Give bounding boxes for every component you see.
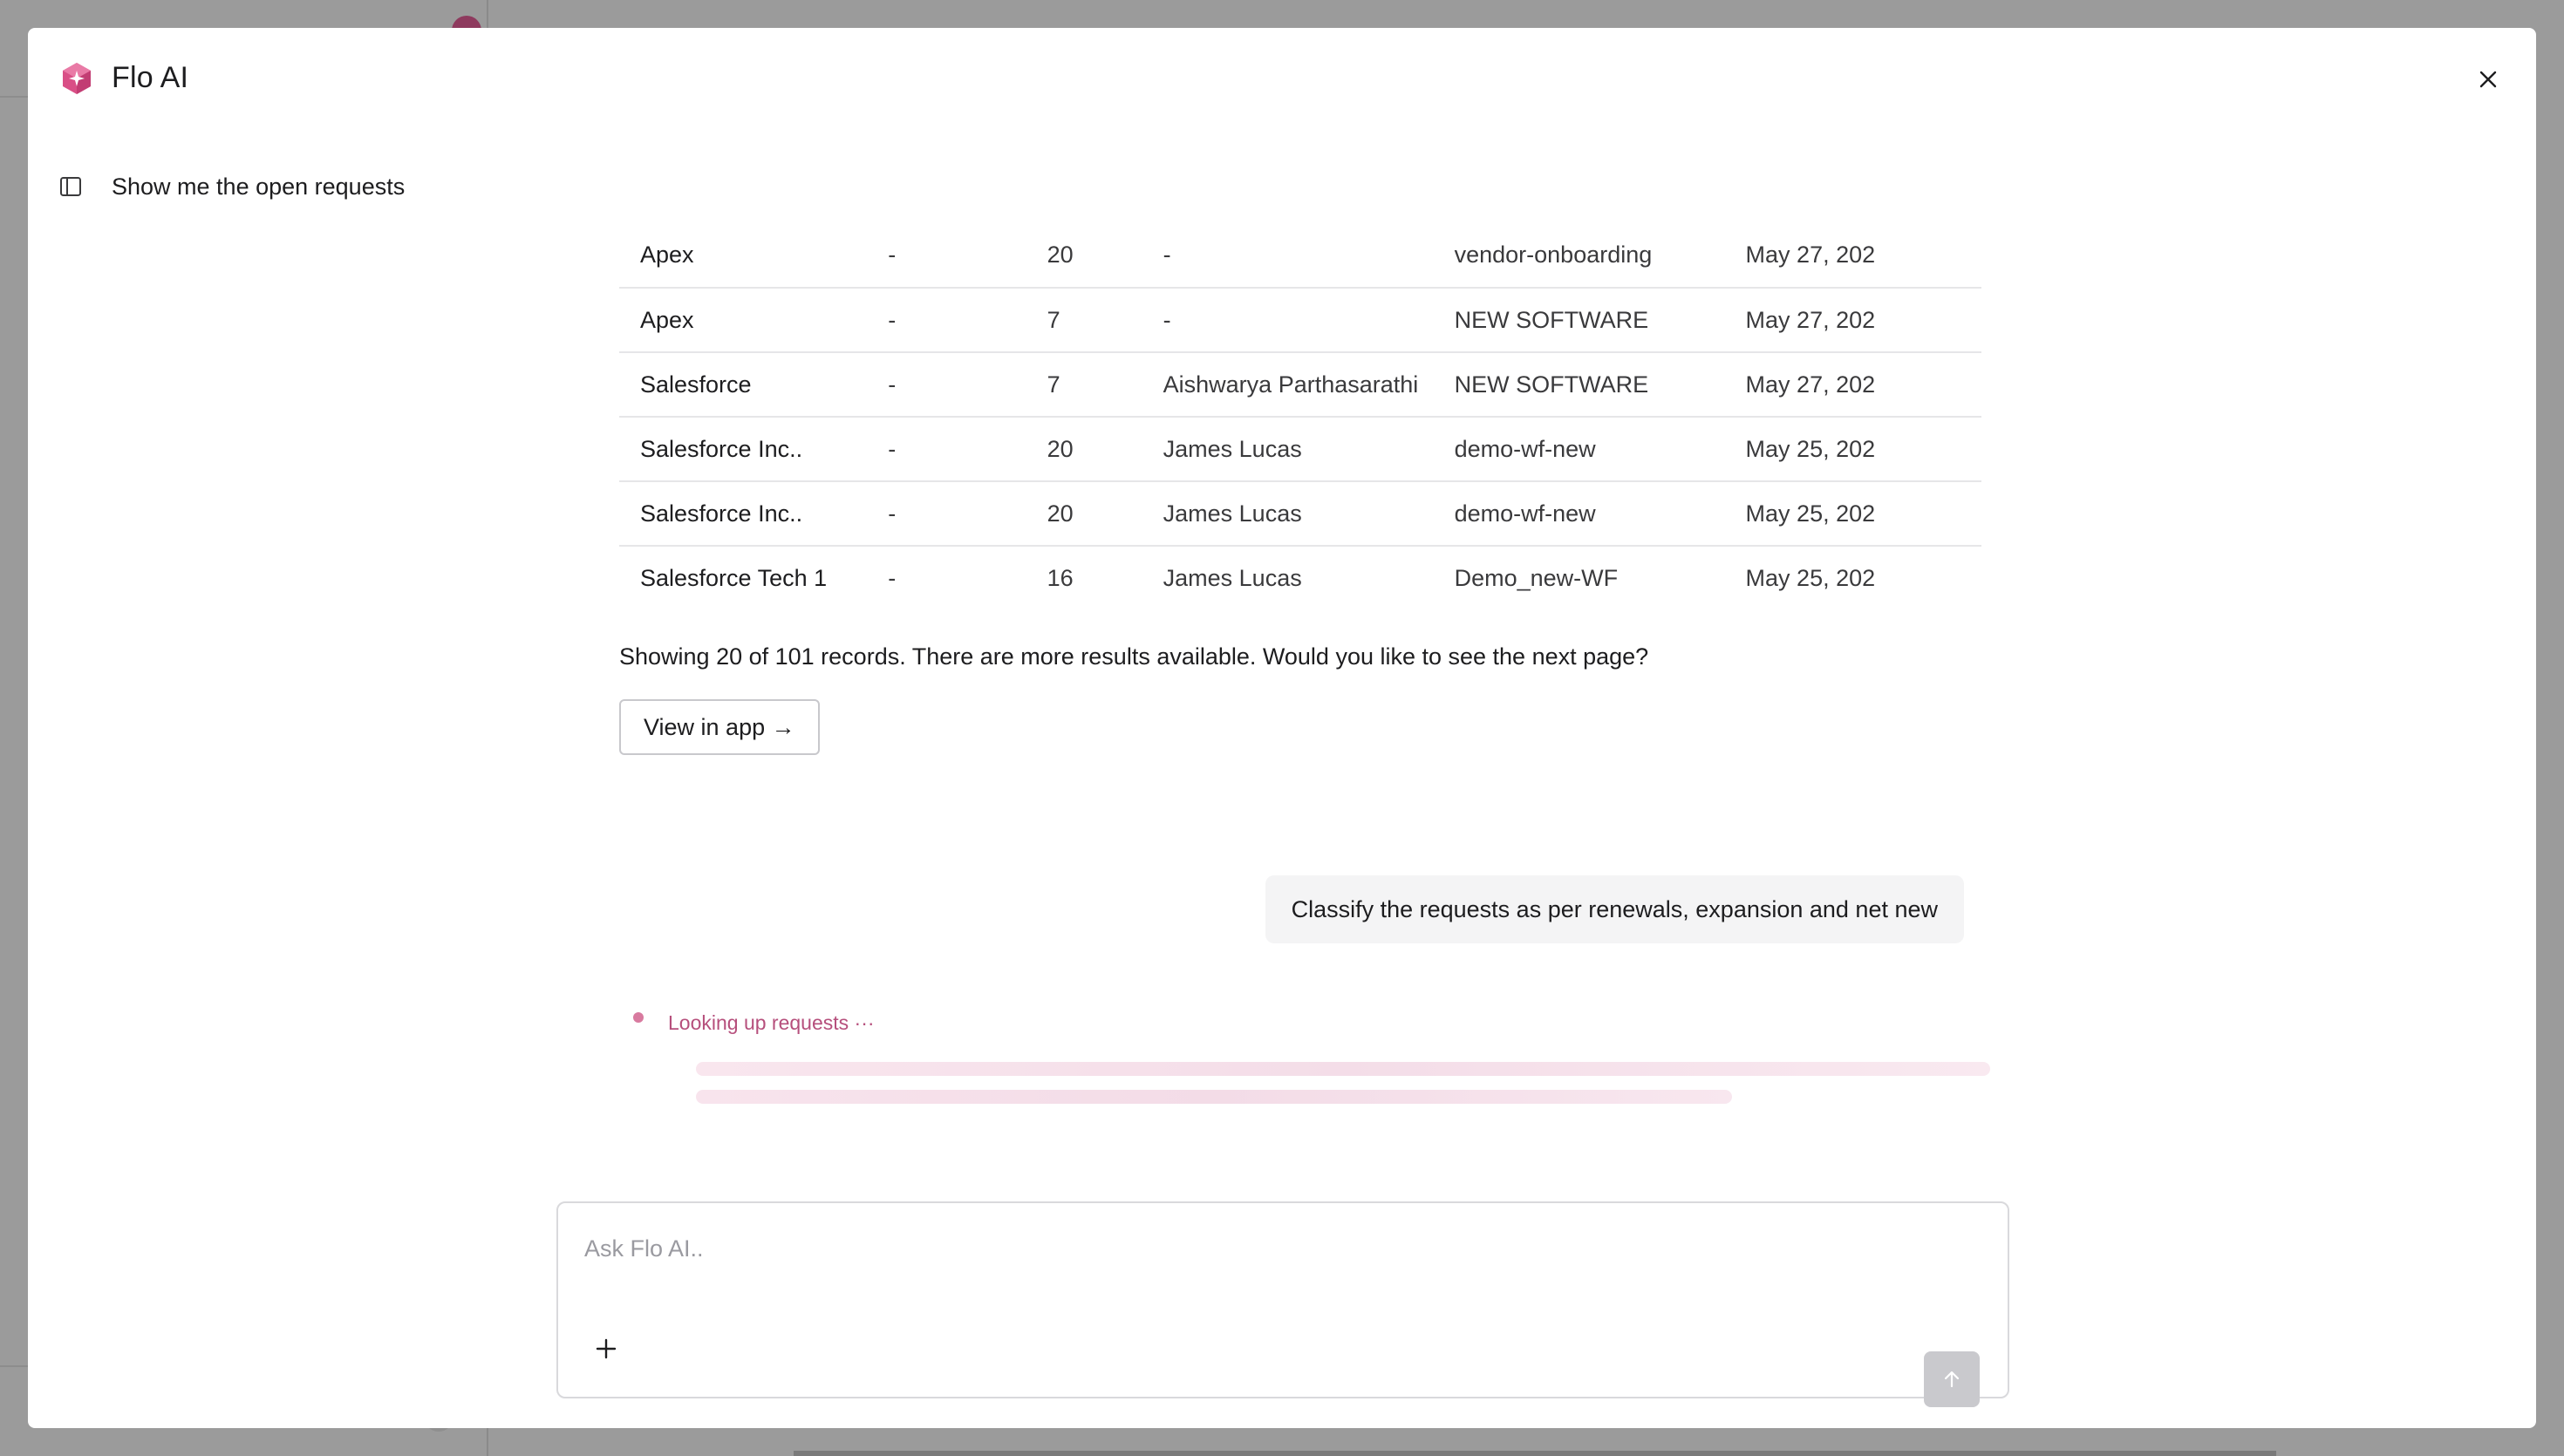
table-cell: James Lucas bbox=[1163, 500, 1302, 527]
table-cell: NEW SOFTWARE bbox=[1454, 306, 1649, 333]
table-cell: Demo_new-WF bbox=[1454, 565, 1619, 591]
table-cell: Apex bbox=[640, 306, 694, 333]
table-cell: May 27, 202 bbox=[1745, 306, 1876, 333]
modal-header: Flo AI bbox=[28, 28, 2536, 133]
table-cell: Aishwarya Parthasarathi bbox=[1163, 371, 1419, 398]
table-cell: - bbox=[888, 306, 897, 333]
flo-ai-logo-icon bbox=[63, 63, 91, 94]
table-row[interactable]: Salesforce Tech 1 - 16 James Lucas Demo_new-… bbox=[619, 546, 1981, 610]
table-row[interactable]: Salesforce - 7 Aishwarya Parthasarathi NEW S… bbox=[619, 352, 1981, 417]
table-cell: Salesforce Inc.. bbox=[640, 500, 803, 527]
loading-skeleton bbox=[696, 1062, 1990, 1076]
table-cell: May 25, 202 bbox=[1745, 565, 1876, 591]
plus-icon[interactable] bbox=[593, 1336, 619, 1362]
ask-input[interactable] bbox=[584, 1229, 1962, 1268]
table-cell: May 27, 202 bbox=[1745, 371, 1876, 398]
sidebar-toggle-icon[interactable] bbox=[59, 175, 82, 198]
table-cell: demo-wf-new bbox=[1454, 500, 1596, 527]
table-cell: 7 bbox=[1047, 371, 1060, 398]
table-cell: May 27, 202 bbox=[1745, 242, 1876, 268]
table-cell: 7 bbox=[1047, 306, 1060, 333]
table-cell: - bbox=[888, 565, 897, 591]
close-button[interactable] bbox=[2472, 63, 2505, 96]
modal-title: Flo AI bbox=[112, 61, 189, 94]
table-cell: May 25, 202 bbox=[1745, 435, 1876, 462]
table-cell: James Lucas bbox=[1163, 435, 1302, 462]
send-button[interactable] bbox=[1924, 1351, 1980, 1407]
status-row: Looking up requests ··· bbox=[633, 1011, 875, 1035]
table-cell: demo-wf-new bbox=[1454, 435, 1596, 462]
status-text: Looking up requests ··· bbox=[668, 1011, 875, 1034]
view-in-app-button[interactable]: View in app → bbox=[619, 699, 820, 755]
table-cell: James Lucas bbox=[1163, 565, 1302, 591]
table-cell: 20 bbox=[1047, 242, 1074, 268]
close-icon bbox=[2479, 71, 2497, 88]
user-message: Classify the requests as per renewals, e… bbox=[1265, 875, 1964, 943]
composer bbox=[556, 1201, 2009, 1407]
results-summary: Showing 20 of 101 records. There are mor… bbox=[619, 643, 1649, 670]
results-table: Apex -20- vendor-onboarding May 27, 202 Apex… bbox=[619, 223, 1981, 610]
table-row[interactable]: Salesforce Inc.. - 20 James Lucas demo-wf-ne… bbox=[619, 481, 1981, 546]
arrow-up-icon bbox=[1944, 1371, 1960, 1388]
table-cell: Apex bbox=[640, 242, 694, 268]
table-row[interactable]: Apex - 7 - NEW SOFTWARE May 27, 202 bbox=[619, 288, 1981, 352]
table-cell: - bbox=[888, 242, 897, 268]
table-cell: Salesforce Inc.. bbox=[640, 435, 803, 462]
table-cell: Salesforce bbox=[640, 371, 752, 398]
loading-skeleton bbox=[696, 1090, 1732, 1104]
thread-header: Show me the open requests bbox=[59, 169, 405, 204]
table-cell: Salesforce Tech 1 bbox=[640, 565, 828, 591]
flo-ai-modal: Flo AI Show me the open requests Apex - 20… bbox=[28, 28, 2536, 1428]
table-cell: - bbox=[888, 435, 897, 462]
table-cell: - bbox=[1163, 242, 1171, 268]
bg-bar bbox=[794, 1451, 2276, 1456]
table-cell: May 25, 202 bbox=[1745, 500, 1876, 527]
status-dot bbox=[633, 1011, 644, 1023]
table-cell: - bbox=[1163, 306, 1171, 333]
table-cell: 16 bbox=[1047, 565, 1074, 591]
table-cell: 20 bbox=[1047, 500, 1074, 527]
table-row[interactable]: Apex - 20 - vendor-onboarding May 27, 202 bbox=[619, 223, 1981, 288]
table-cell: 20 bbox=[1047, 435, 1074, 462]
table-cell: - bbox=[888, 500, 897, 527]
table-row[interactable]: Salesforce Inc.. - 20 James Lucas demo-wf-ne… bbox=[619, 417, 1981, 481]
table-cell: NEW SOFTWARE bbox=[1454, 371, 1649, 398]
thread-title: Show me the open requests bbox=[112, 173, 406, 200]
table-cell: - bbox=[888, 371, 897, 398]
table-cell: vendor-onboarding bbox=[1454, 242, 1653, 268]
